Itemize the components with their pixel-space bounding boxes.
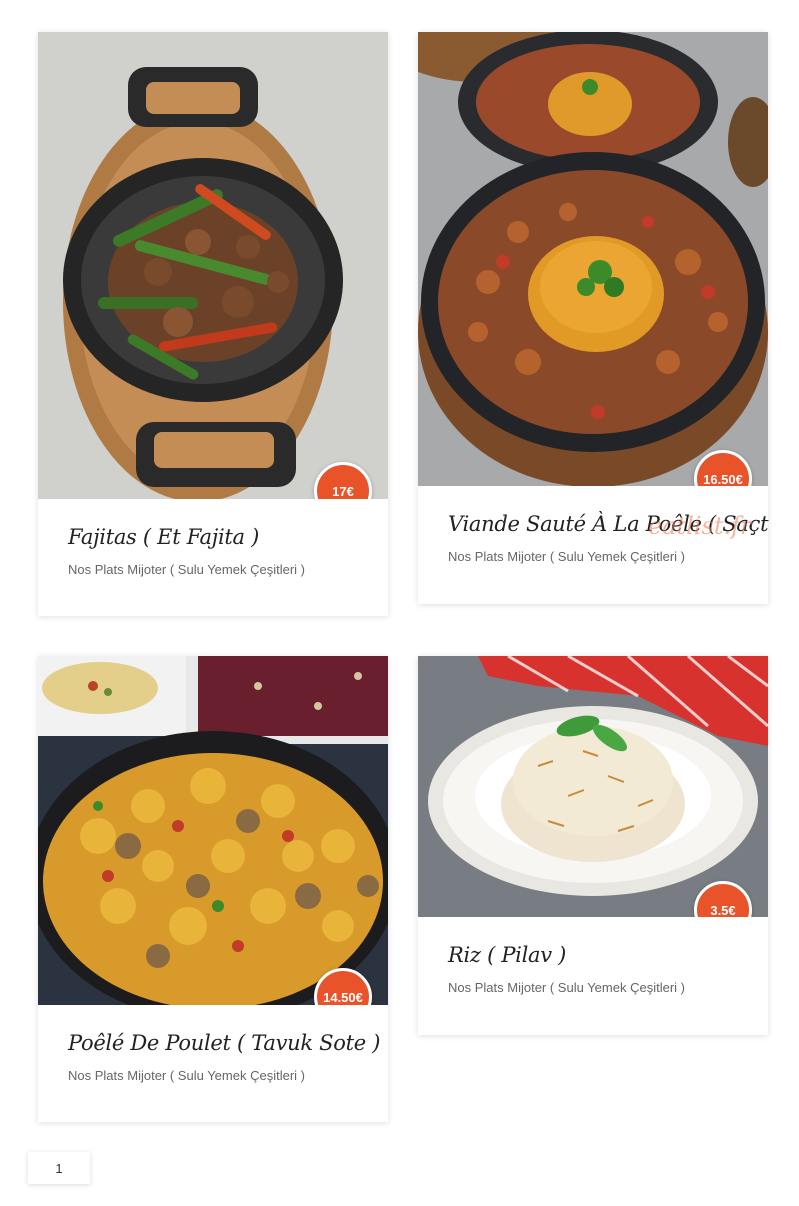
product-title[interactable]: Poêlé De Poulet ( Tavuk Sote ) — [68, 1031, 380, 1055]
product-card[interactable]: 17€ Fajitas ( Et Fajita ) Nos Plats Mijo… — [38, 32, 388, 616]
card-body: Poêlé De Poulet ( Tavuk Sote ) Nos Plats… — [38, 1005, 388, 1083]
pagination-page-button[interactable]: 1 — [28, 1152, 90, 1184]
card-body: Riz ( Pilav ) Nos Plats Mijoter ( Sulu Y… — [418, 917, 768, 995]
chicken-saute-dish-image[interactable]: 14.50€ — [38, 656, 388, 1005]
product-category[interactable]: Nos Plats Mijoter ( Sulu Yemek Çeşitleri… — [448, 980, 738, 995]
product-card[interactable]: 3.5€ Riz ( Pilav ) Nos Plats Mijoter ( S… — [418, 656, 768, 1035]
product-card[interactable]: 14.50€ Poêlé De Poulet ( Tavuk Sote ) No… — [38, 656, 388, 1122]
fajitas-dish-image[interactable]: 17€ — [38, 32, 388, 499]
product-category[interactable]: Nos Plats Mijoter ( Sulu Yemek Çeşitleri… — [68, 1068, 358, 1083]
product-title[interactable]: Riz ( Pilav ) — [448, 943, 738, 967]
watermark: eatlist.fr — [648, 512, 752, 540]
card-body: Fajitas ( Et Fajita ) Nos Plats Mijoter … — [38, 499, 388, 577]
product-category[interactable]: Nos Plats Mijoter ( Sulu Yemek Çeşitleri… — [68, 562, 358, 577]
saute-meat-dish-image[interactable]: 16.50€ — [418, 32, 768, 486]
rice-pilaf-dish-image[interactable]: 3.5€ — [418, 656, 768, 917]
product-category[interactable]: Nos Plats Mijoter ( Sulu Yemek Çeşitleri… — [448, 549, 738, 564]
product-title[interactable]: Fajitas ( Et Fajita ) — [68, 525, 358, 549]
